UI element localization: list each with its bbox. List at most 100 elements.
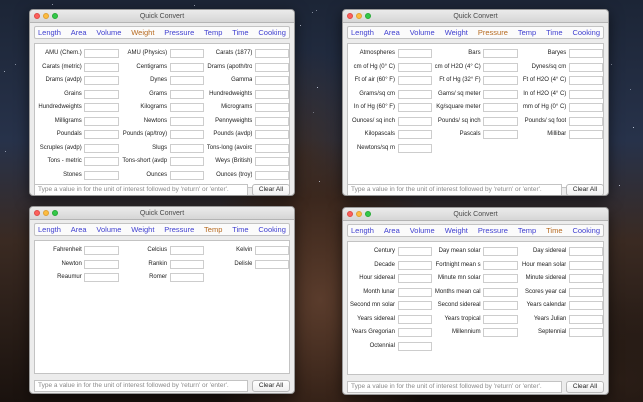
unit-value-field[interactable] — [569, 103, 604, 112]
clear-all-button[interactable]: Clear All — [252, 184, 290, 195]
unit-value-field[interactable] — [397, 328, 432, 337]
tab-pressure[interactable]: Pressure — [164, 28, 194, 37]
unit-value-field[interactable] — [483, 260, 518, 270]
unit-value-field[interactable] — [169, 273, 204, 282]
tab-length[interactable]: Length — [351, 226, 374, 235]
unit-value-field[interactable] — [84, 103, 119, 112]
tab-temp[interactable]: Temp — [204, 225, 222, 234]
title-bar[interactable]: Quick Convert — [343, 208, 608, 221]
unit-value-field[interactable] — [397, 301, 432, 310]
unit-value-field[interactable] — [483, 116, 518, 126]
instruction-field[interactable]: Type a value in for the unit of interest… — [347, 184, 562, 195]
unit-value-field[interactable] — [483, 49, 518, 58]
instruction-field[interactable]: Type a value in for the unit of interest… — [347, 381, 562, 393]
unit-value-field[interactable] — [569, 130, 604, 139]
unit-value-field[interactable] — [169, 49, 204, 58]
unit-value-field[interactable] — [397, 116, 432, 126]
unit-value-field[interactable] — [569, 328, 604, 337]
unit-value-field[interactable] — [569, 247, 604, 256]
unit-value-field[interactable] — [397, 76, 432, 85]
tab-time[interactable]: Time — [232, 225, 248, 234]
minimize-button[interactable] — [43, 210, 49, 216]
tab-temp[interactable]: Temp — [204, 28, 222, 37]
zoom-button[interactable] — [365, 13, 371, 19]
zoom-button[interactable] — [52, 210, 58, 216]
unit-value-field[interactable] — [255, 130, 290, 139]
unit-value-field[interactable] — [169, 62, 204, 72]
unit-value-field[interactable] — [569, 314, 604, 324]
unit-value-field[interactable] — [84, 259, 119, 269]
unit-value-field[interactable] — [84, 130, 119, 139]
unit-value-field[interactable] — [397, 130, 432, 139]
tab-volume[interactable]: Volume — [410, 226, 435, 235]
unit-value-field[interactable] — [569, 76, 604, 85]
unit-value-field[interactable] — [84, 170, 119, 180]
tab-time[interactable]: Time — [232, 28, 248, 37]
close-button[interactable] — [34, 13, 40, 19]
unit-value-field[interactable] — [569, 301, 604, 310]
unit-value-field[interactable] — [397, 89, 432, 99]
unit-value-field[interactable] — [569, 116, 604, 126]
unit-value-field[interactable] — [169, 246, 204, 255]
tab-temp[interactable]: Temp — [518, 28, 536, 37]
unit-value-field[interactable] — [569, 89, 604, 99]
unit-value-field[interactable] — [255, 103, 290, 112]
unit-value-field[interactable] — [397, 274, 432, 283]
tab-area[interactable]: Area — [71, 225, 87, 234]
unit-value-field[interactable] — [84, 246, 119, 255]
tab-volume[interactable]: Volume — [96, 225, 121, 234]
unit-value-field[interactable] — [169, 103, 204, 112]
unit-value-field[interactable] — [483, 328, 518, 337]
minimize-button[interactable] — [356, 13, 362, 19]
close-button[interactable] — [347, 211, 353, 217]
tab-length[interactable]: Length — [38, 225, 61, 234]
unit-value-field[interactable] — [169, 116, 204, 126]
unit-value-field[interactable] — [483, 247, 518, 256]
unit-value-field[interactable] — [255, 89, 290, 99]
tab-pressure[interactable]: Pressure — [478, 226, 508, 235]
unit-value-field[interactable] — [255, 76, 290, 85]
unit-value-field[interactable] — [84, 157, 119, 166]
unit-value-field[interactable] — [169, 157, 204, 166]
tab-weight[interactable]: Weight — [131, 225, 154, 234]
unit-value-field[interactable] — [255, 62, 290, 72]
unit-value-field[interactable] — [255, 116, 290, 126]
unit-value-field[interactable] — [483, 76, 518, 85]
unit-value-field[interactable] — [169, 170, 204, 180]
unit-value-field[interactable] — [397, 62, 432, 72]
tab-cooking[interactable]: Cooking — [572, 28, 600, 37]
tab-cooking[interactable]: Cooking — [258, 225, 286, 234]
title-bar[interactable]: Quick Convert — [30, 10, 294, 23]
tab-pressure[interactable]: Pressure — [478, 28, 508, 37]
unit-value-field[interactable] — [483, 103, 518, 112]
title-bar[interactable]: Quick Convert — [343, 10, 608, 23]
unit-value-field[interactable] — [169, 89, 204, 99]
unit-value-field[interactable] — [84, 273, 119, 282]
unit-value-field[interactable] — [397, 49, 432, 58]
tab-volume[interactable]: Volume — [96, 28, 121, 37]
tab-area[interactable]: Area — [71, 28, 87, 37]
unit-value-field[interactable] — [397, 260, 432, 270]
unit-value-field[interactable] — [397, 103, 432, 112]
unit-value-field[interactable] — [569, 260, 604, 270]
unit-value-field[interactable] — [255, 259, 290, 269]
unit-value-field[interactable] — [569, 49, 604, 58]
zoom-button[interactable] — [365, 211, 371, 217]
tab-length[interactable]: Length — [351, 28, 374, 37]
tab-cooking[interactable]: Cooking — [258, 28, 286, 37]
clear-all-button[interactable]: Clear All — [566, 381, 604, 393]
unit-value-field[interactable] — [483, 301, 518, 310]
unit-value-field[interactable] — [483, 274, 518, 283]
unit-value-field[interactable] — [397, 314, 432, 324]
unit-value-field[interactable] — [169, 259, 204, 269]
unit-value-field[interactable] — [84, 89, 119, 99]
unit-value-field[interactable] — [84, 49, 119, 58]
clear-all-button[interactable]: Clear All — [252, 380, 290, 392]
unit-value-field[interactable] — [255, 143, 290, 153]
clear-all-button[interactable]: Clear All — [566, 184, 604, 195]
unit-value-field[interactable] — [397, 143, 432, 153]
close-button[interactable] — [347, 13, 353, 19]
unit-value-field[interactable] — [483, 130, 518, 139]
unit-value-field[interactable] — [84, 143, 119, 153]
unit-value-field[interactable] — [84, 76, 119, 85]
